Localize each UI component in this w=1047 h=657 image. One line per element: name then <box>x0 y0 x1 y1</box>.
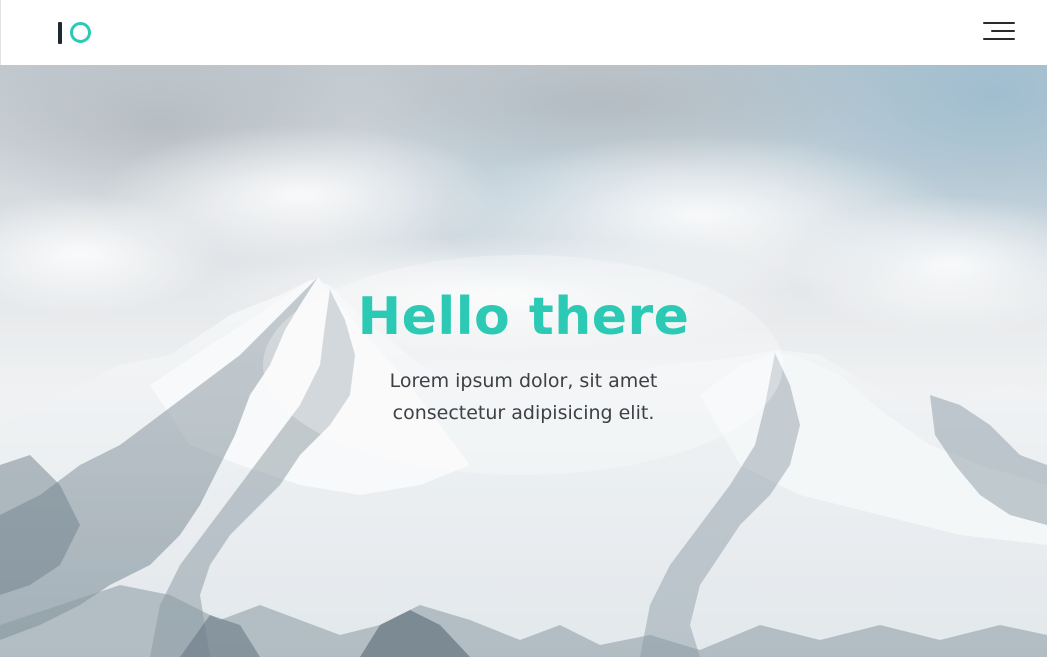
logo-ring <box>70 22 91 43</box>
menu-line <box>983 38 1015 40</box>
hero-section: Hello there Lorem ipsum dolor, sit amet … <box>0 65 1047 657</box>
hamburger-menu-icon[interactable] <box>983 20 1015 42</box>
mountain-background-image <box>0 65 1047 657</box>
hero-subtitle-line: Lorem ipsum dolor, sit amet <box>389 370 658 392</box>
logo-bar <box>58 21 62 44</box>
page: Hello there Lorem ipsum dolor, sit amet … <box>0 0 1047 657</box>
menu-line <box>983 22 1015 24</box>
site-header <box>0 0 1047 65</box>
io-logo-icon[interactable] <box>58 20 91 45</box>
hero-title: Hello there <box>357 287 690 347</box>
hero-subtitle: Lorem ipsum dolor, sit amet consectetur … <box>0 365 1047 429</box>
hero-subtitle-line: consectetur adipisicing elit. <box>392 402 655 424</box>
menu-line <box>991 30 1015 32</box>
